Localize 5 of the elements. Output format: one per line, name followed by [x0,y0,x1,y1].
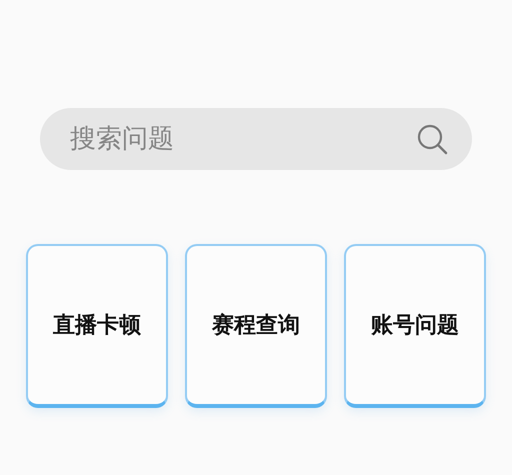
category-card[interactable]: 直播卡顿 [26,244,168,408]
search-field[interactable]: 搜索问题 [40,108,472,170]
category-card[interactable]: 赛程查询 [185,244,327,408]
search-icon[interactable] [416,123,448,155]
category-card[interactable]: 账号问题 [344,244,486,408]
